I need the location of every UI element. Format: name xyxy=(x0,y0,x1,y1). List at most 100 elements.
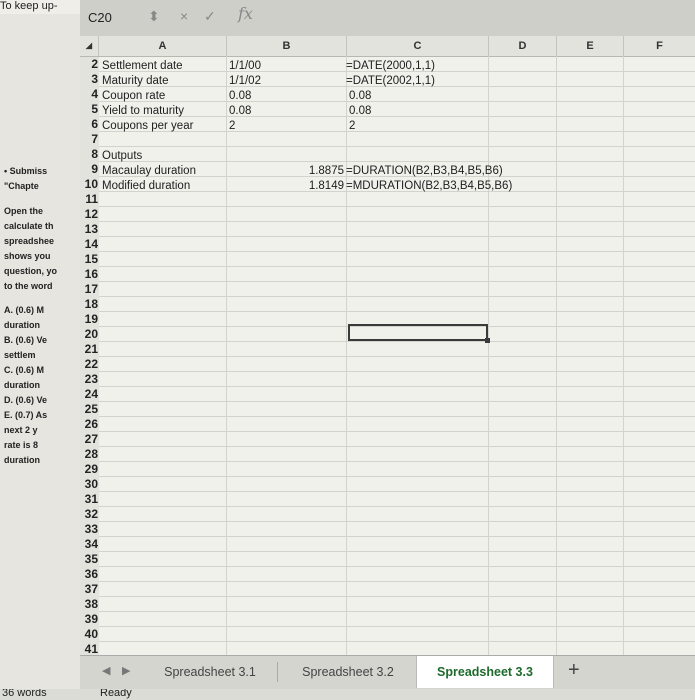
cell-a4[interactable]: Coupon rate xyxy=(102,89,165,104)
cancel-icon[interactable]: × xyxy=(180,8,188,24)
row-header[interactable]: 4 xyxy=(80,87,99,103)
column-header-f[interactable]: F xyxy=(624,36,695,56)
row-header[interactable]: 26 xyxy=(80,417,99,433)
row-header[interactable]: 35 xyxy=(80,552,99,568)
row-gridline xyxy=(99,251,695,252)
row-header[interactable]: 38 xyxy=(80,597,99,613)
row-header[interactable]: 11 xyxy=(80,192,99,208)
spreadsheet-grid[interactable]: ◢ A B C D E F 2 3 4 5 6 7 8 9 10 11 12 13 14 15 16 17 18… xyxy=(80,36,695,655)
row-header[interactable]: 36 xyxy=(80,567,99,583)
row-gridline xyxy=(99,401,695,402)
select-all-corner[interactable]: ◢ xyxy=(80,36,99,56)
document-line: • Submiss xyxy=(4,166,48,176)
row-gridline xyxy=(99,521,695,522)
selected-cell-c20[interactable] xyxy=(348,324,490,343)
row-header[interactable]: 39 xyxy=(80,612,99,628)
row-gridline xyxy=(99,356,695,357)
row-header[interactable]: 41 xyxy=(80,642,99,655)
row-header[interactable]: 33 xyxy=(80,522,99,538)
cell-c9[interactable]: =DURATION(B2,B3,B4,B5,B6) xyxy=(346,164,503,179)
cell-c10[interactable]: =MDURATION(B2,B3,B4,B5,B6) xyxy=(346,179,512,194)
row-gridline xyxy=(99,596,695,597)
row-header[interactable]: 15 xyxy=(80,252,99,268)
document-top-text: To keep up- xyxy=(0,0,80,14)
column-header-d[interactable]: D xyxy=(489,36,557,56)
add-sheet-icon[interactable]: + xyxy=(568,659,580,682)
cell-a9[interactable]: Macaulay duration xyxy=(102,164,196,179)
cell-b2[interactable]: 1/1/00 xyxy=(229,59,261,74)
row-header[interactable]: 31 xyxy=(80,492,99,508)
cell-b10[interactable]: 1.8149 xyxy=(287,179,344,194)
document-line: duration xyxy=(4,455,40,465)
status-bar: 36 words Ready xyxy=(0,689,695,700)
row-gridline xyxy=(99,446,695,447)
cell-a5[interactable]: Yield to maturity xyxy=(102,104,184,119)
row-header[interactable]: 10 xyxy=(80,177,99,193)
cell-c4[interactable]: 0.08 xyxy=(349,89,371,104)
tab-spreadsheet-3-3[interactable]: Spreadsheet 3.3 xyxy=(416,656,554,688)
row-header[interactable]: 3 xyxy=(80,72,99,88)
fx-icon[interactable]: fx xyxy=(238,4,253,23)
cell-b4[interactable]: 0.08 xyxy=(229,89,251,104)
column-header-c[interactable]: C xyxy=(347,36,489,56)
row-header[interactable]: 22 xyxy=(80,357,99,373)
row-header[interactable]: 18 xyxy=(80,297,99,313)
row-header[interactable]: 2 xyxy=(80,57,99,73)
row-header[interactable]: 17 xyxy=(80,282,99,298)
row-header[interactable]: 21 xyxy=(80,342,99,358)
column-header-a[interactable]: A xyxy=(99,36,227,56)
row-header[interactable]: 20 xyxy=(80,327,99,343)
row-header[interactable]: 40 xyxy=(80,627,99,643)
row-header[interactable]: 14 xyxy=(80,237,99,253)
cell-c6[interactable]: 2 xyxy=(349,119,355,134)
column-header-b[interactable]: B xyxy=(227,36,347,56)
row-header[interactable]: 9 xyxy=(80,162,99,178)
row-gridline xyxy=(99,461,695,462)
row-header[interactable]: 27 xyxy=(80,432,99,448)
cell-c2[interactable]: =DATE(2000,1,1) xyxy=(346,59,435,74)
row-gridline xyxy=(99,491,695,492)
cell-b9[interactable]: 1.8875 xyxy=(287,164,344,179)
row-header[interactable]: 7 xyxy=(80,132,99,148)
confirm-icon[interactable]: ✓ xyxy=(204,8,216,25)
row-header[interactable]: 29 xyxy=(80,462,99,478)
row-header[interactable]: 13 xyxy=(80,222,99,238)
row-header[interactable]: 8 xyxy=(80,147,99,163)
cell-c5[interactable]: 0.08 xyxy=(349,104,371,119)
row-header[interactable]: 5 xyxy=(80,102,99,118)
row-header[interactable]: 12 xyxy=(80,207,99,223)
name-box-dropdown-icon[interactable]: ⬍ xyxy=(148,8,160,25)
fill-handle[interactable] xyxy=(485,338,490,343)
row-header[interactable]: 34 xyxy=(80,537,99,553)
row-header[interactable]: 6 xyxy=(80,117,99,133)
cell-c3[interactable]: =DATE(2002,1,1) xyxy=(346,74,435,89)
cell-a10[interactable]: Modified duration xyxy=(102,179,190,194)
tab-scroll-right-icon[interactable]: ▶ xyxy=(122,664,130,677)
name-box[interactable]: C20 xyxy=(82,6,148,30)
row-gridline xyxy=(99,116,695,117)
cell-b6[interactable]: 2 xyxy=(229,119,235,134)
row-header[interactable]: 32 xyxy=(80,507,99,523)
cell-a8[interactable]: Outputs xyxy=(102,149,142,164)
tab-scroll-left-icon[interactable]: ◀ xyxy=(102,664,110,677)
row-header[interactable]: 19 xyxy=(80,312,99,328)
column-gridline xyxy=(226,56,227,655)
row-header[interactable]: 16 xyxy=(80,267,99,283)
row-header[interactable]: 28 xyxy=(80,447,99,463)
tab-spreadsheet-3-1[interactable]: Spreadsheet 3.1 xyxy=(150,656,270,688)
row-header[interactable]: 37 xyxy=(80,582,99,598)
row-header[interactable]: 23 xyxy=(80,372,99,388)
row-gridline xyxy=(99,626,695,627)
tab-spreadsheet-3-2[interactable]: Spreadsheet 3.2 xyxy=(286,656,410,688)
row-header[interactable]: 30 xyxy=(80,477,99,493)
column-header-e[interactable]: E xyxy=(557,36,624,56)
cell-a2[interactable]: Settlement date xyxy=(102,59,183,74)
cell-b3[interactable]: 1/1/02 xyxy=(229,74,261,89)
cell-a3[interactable]: Maturity date xyxy=(102,74,168,89)
row-header[interactable]: 24 xyxy=(80,387,99,403)
row-header[interactable]: 25 xyxy=(80,402,99,418)
row-gridline xyxy=(99,341,695,342)
row-gridline xyxy=(99,431,695,432)
cell-b5[interactable]: 0.08 xyxy=(229,104,251,119)
cell-a6[interactable]: Coupons per year xyxy=(102,119,193,134)
